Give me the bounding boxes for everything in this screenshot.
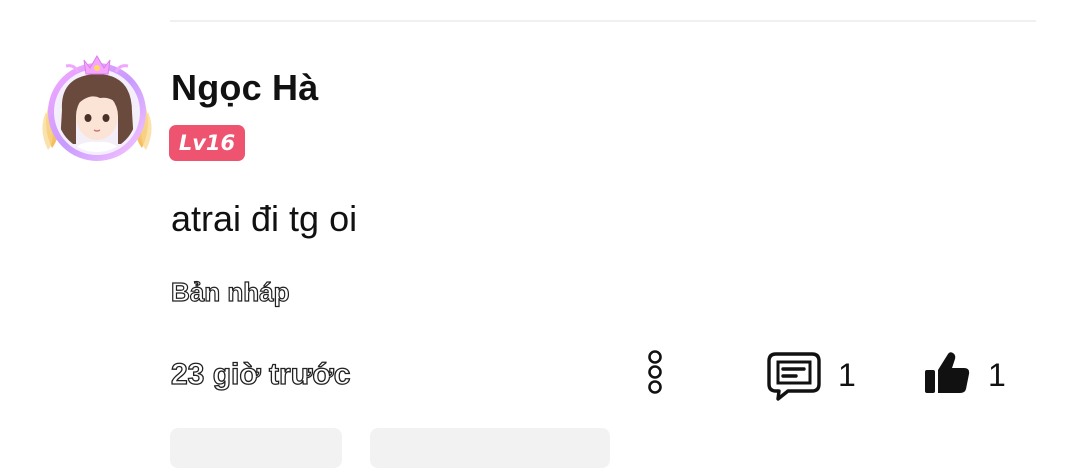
like-button[interactable]: 1: [922, 348, 1022, 402]
avatar-frame-icon: [42, 55, 152, 161]
draft-status-label: Bản nháp: [170, 276, 290, 307]
level-badge: Lv16: [169, 125, 245, 161]
suggestion-chip[interactable]: [170, 428, 342, 468]
like-count: 1: [988, 357, 1006, 393]
reply-button[interactable]: 1: [766, 348, 866, 402]
reply-count: 1: [838, 357, 856, 393]
more-vertical-icon: [648, 350, 662, 394]
more-options-button[interactable]: [640, 346, 670, 398]
comment-icon: [767, 352, 821, 401]
suggestion-chip[interactable]: [370, 428, 610, 468]
top-divider: [170, 20, 1036, 22]
thumbs-up-icon: [925, 352, 970, 393]
comment-author-name[interactable]: Ngọc Hà: [171, 66, 318, 110]
comment-body: atrai đi tg oi: [171, 198, 358, 239]
comment-timestamp: 23 giờ trước: [170, 357, 351, 391]
user-avatar[interactable]: [38, 52, 156, 164]
